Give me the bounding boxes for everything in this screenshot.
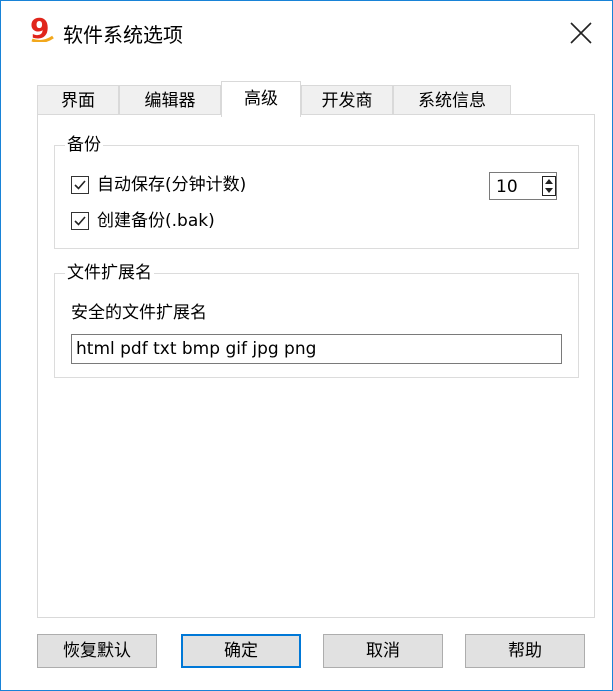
spin-arrows-icon[interactable] <box>542 176 556 196</box>
backup-group-title: 备份 <box>65 134 103 156</box>
restore-defaults-button[interactable]: 恢复默认 <box>37 634 157 668</box>
backup-group: 备份 自动保存(分钟计数) 10 创建备份(.bak) <box>54 134 579 249</box>
tab-label: 界面 <box>61 91 95 111</box>
tab-label: 开发商 <box>321 91 373 111</box>
close-icon[interactable] <box>565 17 605 57</box>
extensions-group: 文件扩展名 安全的文件扩展名 <box>54 262 579 378</box>
create-backup-checkbox[interactable] <box>71 212 89 230</box>
create-backup-label: 创建备份(.bak) <box>97 211 215 231</box>
autosave-minutes-spinner[interactable]: 10 <box>489 172 557 200</box>
title-bar[interactable]: 9 软件系统选项 <box>1 1 612 47</box>
extensions-group-title: 文件扩展名 <box>65 262 154 284</box>
tab-label: 编辑器 <box>144 91 196 111</box>
options-dialog: 9 软件系统选项 界面 编辑器 高级 开发商 系统信息 备份 自动保存(分钟计数… <box>0 0 613 691</box>
ok-button[interactable]: 确定 <box>181 634 301 668</box>
tab-label: 系统信息 <box>418 91 486 111</box>
tab-label: 高级 <box>244 89 278 109</box>
autosave-label: 自动保存(分钟计数) <box>97 175 247 195</box>
autosave-checkbox-row[interactable]: 自动保存(分钟计数) <box>71 174 391 198</box>
checkmark-icon <box>74 180 86 190</box>
app-logo-icon: 9 <box>30 14 54 42</box>
cancel-button[interactable]: 取消 <box>323 634 443 668</box>
tab-editor[interactable]: 编辑器 <box>119 85 221 115</box>
tab-developer[interactable]: 开发商 <box>301 85 393 115</box>
autosave-checkbox[interactable] <box>71 176 89 194</box>
safe-extensions-label: 安全的文件扩展名 <box>71 303 207 323</box>
svg-text:9: 9 <box>30 14 49 42</box>
autosave-minutes-value: 10 <box>496 177 518 197</box>
tab-advanced[interactable]: 高级 <box>221 81 301 117</box>
safe-extensions-input[interactable] <box>71 334 562 364</box>
window-title: 软件系统选项 <box>63 23 183 47</box>
help-button[interactable]: 帮助 <box>465 634 585 668</box>
tab-interface[interactable]: 界面 <box>37 85 119 115</box>
checkmark-icon <box>74 216 86 226</box>
tab-strip: 界面 编辑器 高级 开发商 系统信息 <box>37 81 597 117</box>
advanced-panel: 备份 自动保存(分钟计数) 10 创建备份(.bak) 文件扩展名 安全的文件扩… <box>37 114 595 618</box>
tab-system-info[interactable]: 系统信息 <box>393 85 511 115</box>
create-backup-checkbox-row[interactable]: 创建备份(.bak) <box>71 210 331 234</box>
